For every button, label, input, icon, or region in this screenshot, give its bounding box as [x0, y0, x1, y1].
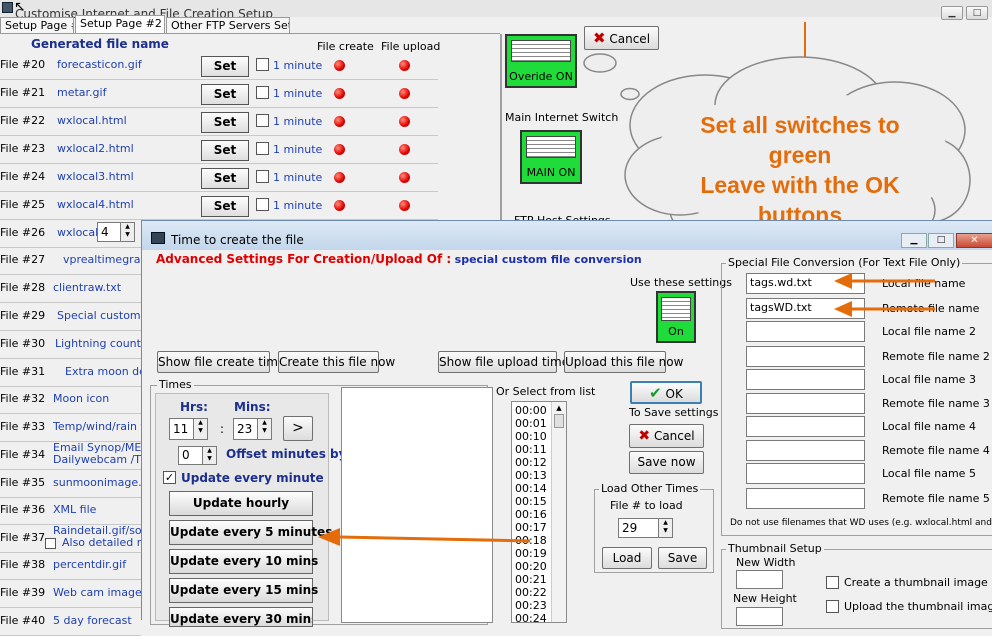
arrow-head-update [318, 528, 340, 546]
arrow-head-remote [834, 301, 852, 317]
annotation-arrows [318, 273, 935, 546]
arrow-head-local [834, 273, 852, 289]
arrow-to-update-5 [339, 535, 531, 543]
